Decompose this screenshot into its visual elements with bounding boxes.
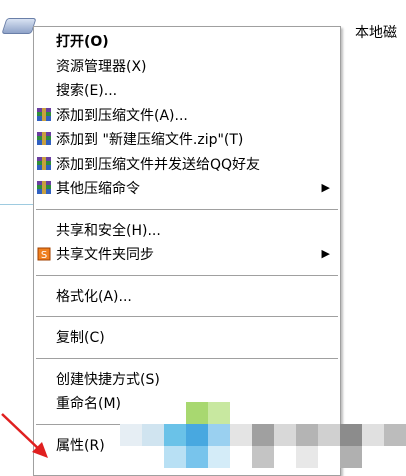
menu-separator <box>36 357 338 359</box>
svg-text:S: S <box>41 250 47 261</box>
menu-item-add-send-qq[interactable]: 添加到压缩文件并发送给QQ好友 <box>34 152 340 177</box>
drive-icon[interactable] <box>1 18 37 34</box>
menu-item-label: 共享和安全(H)... <box>56 222 161 239</box>
watermark-mosaic <box>120 398 406 476</box>
winrar-icon <box>37 132 51 145</box>
menu-item-label: 资源管理器(X) <box>56 58 147 75</box>
winrar-icon <box>37 107 51 121</box>
menu-separator <box>36 208 338 210</box>
menu-item-label: 共享文件夹同步 <box>56 247 154 264</box>
menu-item-format[interactable]: 格式化(A)... <box>34 284 340 309</box>
menu-item-open[interactable]: 打开(O) <box>34 29 340 54</box>
menu-item-copy[interactable]: 复制(C) <box>34 325 340 350</box>
menu-item-label: 添加到压缩文件(A)... <box>56 107 188 124</box>
winrar-icon <box>37 181 51 194</box>
menu-item-more-compress[interactable]: 其他压缩命令 ▶ <box>34 176 340 201</box>
pointer-arrow-icon <box>1 413 48 458</box>
submenu-arrow-icon: ▶ <box>321 181 330 194</box>
menu-item-label: 格式化(A)... <box>56 288 132 305</box>
menu-item-label: 打开(O) <box>56 34 109 51</box>
menu-item-explorer[interactable]: 资源管理器(X) <box>34 54 340 79</box>
menu-item-label: 创建快捷方式(S) <box>56 371 160 388</box>
menu-separator <box>36 274 338 276</box>
winrar-icon <box>37 156 51 170</box>
menu-item-sharing-security[interactable]: 共享和安全(H)... <box>34 218 340 243</box>
menu-item-add-zip[interactable]: 添加到 "新建压缩文件.zip"(T) <box>34 127 340 152</box>
menu-item-folder-sync[interactable]: S 共享文件夹同步 ▶ <box>34 242 340 267</box>
menu-item-create-shortcut[interactable]: 创建快捷方式(S) <box>34 367 340 392</box>
drive-label[interactable]: 本地磁 <box>355 22 397 42</box>
menu-item-label: 复制(C) <box>56 330 105 347</box>
menu-separator <box>36 316 338 317</box>
submenu-arrow-icon: ▶ <box>321 247 330 260</box>
menu-item-label: 搜索(E)... <box>56 83 118 100</box>
menu-item-search[interactable]: 搜索(E)... <box>34 78 340 103</box>
menu-item-label: 其他压缩命令 <box>56 181 140 198</box>
menu-item-label: 属性(R) <box>56 437 105 454</box>
menu-item-label: 重命名(M) <box>56 396 122 413</box>
menu-item-add-archive[interactable]: 添加到压缩文件(A)... <box>34 103 340 128</box>
menu-item-label: 添加到 "新建压缩文件.zip"(T) <box>56 132 244 149</box>
sync-icon: S <box>37 247 51 261</box>
focus-line <box>0 204 34 205</box>
menu-item-label: 添加到压缩文件并发送给QQ好友 <box>56 156 261 173</box>
